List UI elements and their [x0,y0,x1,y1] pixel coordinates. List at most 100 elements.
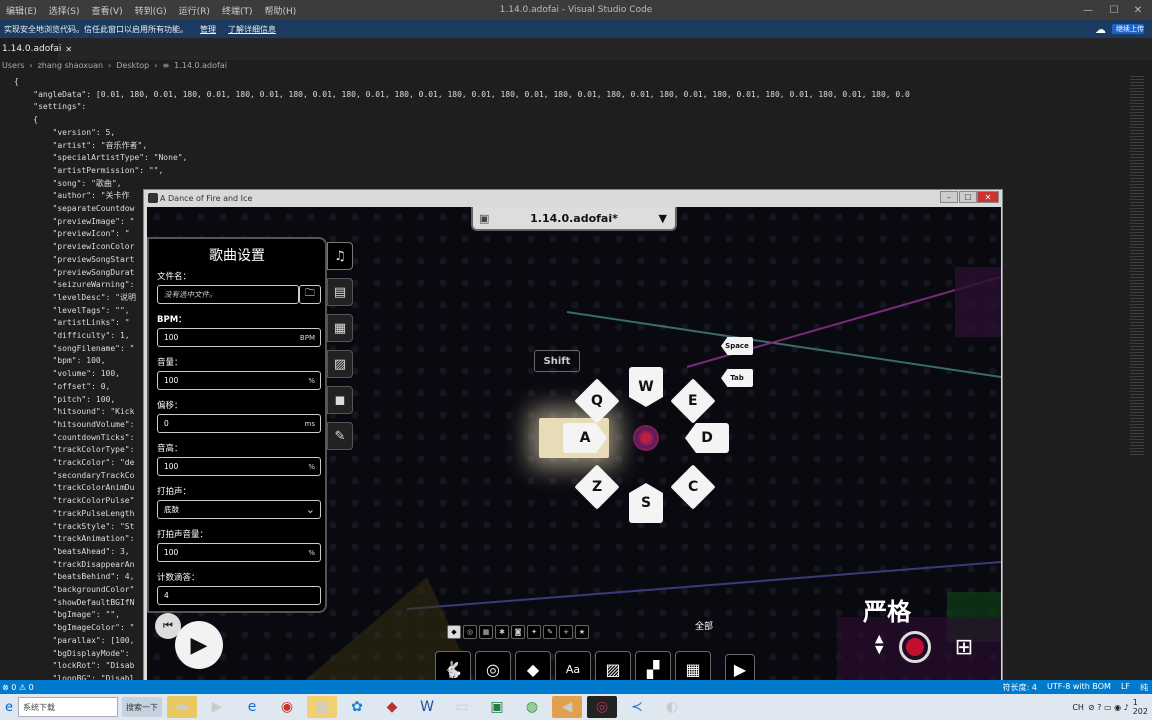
status-bar: ⊗ 0 ⚠ 0 符长度: 4 UTF-8 with BOM LF 纯 [0,680,1152,694]
unit-label: % [308,376,315,385]
game-maximize-button[interactable]: ☐ [959,191,977,203]
breadcrumb-item[interactable]: 1.14.0.adofai [174,61,227,75]
status-encoding[interactable]: UTF-8 with BOM [1047,682,1111,693]
code-line: "lockRot": "Disab [14,661,135,671]
restricted-mode-banner: 实现安全地浏览代码。信任此窗口以启用所有功能。 管理 了解详细信息 ☁ 继续上传 [0,20,1152,38]
obs-app-icon[interactable]: ◐ [657,696,687,718]
diamond-icon[interactable]: ◆ [447,625,461,639]
ie-icon[interactable]: e [2,696,16,718]
play-icon[interactable]: ▶ [175,621,223,669]
vscode-app-icon[interactable]: ≺ [622,696,652,718]
banner-learn-more-link[interactable]: 了解详细信息 [216,24,276,35]
close-button[interactable]: ✕ [1126,0,1150,20]
app-icon[interactable]: ▣ [482,696,512,718]
menu-edit[interactable]: 编辑(E) [0,4,43,17]
offset-input[interactable]: 0 ms [157,414,321,433]
word-app-icon[interactable]: W [412,696,442,718]
menu-terminal[interactable]: 终端(T) [216,4,259,17]
save-icon[interactable]: ▣ [479,212,489,225]
document-icon[interactable]: ▤ [327,278,353,306]
status-language[interactable]: 纯 [1140,682,1148,693]
filename-field[interactable]: 没有选中文件。 [157,285,299,304]
arrow-up-down-icon[interactable]: ▲ ▼ [875,633,883,655]
hitsound-select[interactable]: 底鼓 ⌄ [157,500,321,519]
media-app-icon[interactable]: ▶ [202,696,232,718]
app-icon[interactable]: ✿ [342,696,372,718]
field-label: 文件名： [157,272,192,282]
code-line: "angleData": [0.01, 180, 0.01, 180, 0.01… [14,89,910,99]
menu-help[interactable]: 帮助(H) [258,4,302,17]
game-minimize-button[interactable]: – [940,191,958,203]
edge-app-icon[interactable]: e [237,696,267,718]
adofai-app-icon[interactable]: ◎ [587,696,617,718]
menu-goto[interactable]: 转到(G) [129,4,173,17]
chrome-app-icon[interactable]: ◉ [272,696,302,718]
code-line: "difficulty": 1, [14,331,130,340]
game-close-button[interactable]: ✕ [977,191,999,203]
hitsound-volume-input[interactable]: 100% [157,543,321,562]
bpm-input[interactable]: 100 BPM [157,328,321,347]
file-dropdown[interactable]: ▣ 1.14.0.adofai* ▼ [471,207,677,231]
game-stage[interactable]: ▣ 1.14.0.adofai* ▼ 歌曲设置 文件名： 没有选中文件。 🗀 B… [147,207,1001,689]
banner-manage-link[interactable]: 管理 [188,24,216,35]
record-icon[interactable] [899,631,931,663]
tray-icons[interactable]: ⊘ ? ▭ ◉ ♪ [1088,703,1129,712]
music-note-icon[interactable]: ♫ [327,242,353,270]
bolt-icon[interactable]: ✦ [527,625,541,639]
upload-button[interactable]: 继续上传 [1112,24,1144,34]
plus-icon[interactable]: + [559,625,573,639]
status-eol[interactable]: LF [1121,682,1130,693]
basket-icon[interactable]: ⊞ [947,631,981,663]
folder-app-icon[interactable]: ▬ [167,696,197,718]
search-button[interactable]: 搜索一下 [122,697,162,717]
breadcrumb-item[interactable]: Desktop [116,61,149,75]
camera-tab-icon[interactable]: ◙ [511,625,525,639]
ime-indicator[interactable]: CH [1072,703,1084,712]
star-icon[interactable]: ★ [575,625,589,639]
minimize-button[interactable]: — [1076,0,1100,20]
folder-icon[interactable]: 🗀 [299,285,321,304]
field-label: 偏移： [157,401,183,411]
code-line: "trackColorPulse" [14,496,135,506]
countdown-ticks-input[interactable]: 4 [157,586,321,605]
tab-adofai-file[interactable]: 1.14.0.adofai ✕ [0,38,72,60]
problems-count[interactable]: ⊗ 0 ⚠ 0 [0,683,34,692]
all-label[interactable]: 全部 [695,619,713,632]
wrench-icon[interactable]: ✎ [327,422,353,450]
minimap[interactable] [1130,76,1144,456]
menu-selection[interactable]: 选择(S) [43,4,86,17]
code-line: "bgImage": "", [14,610,120,620]
strict-label: 严格 [863,598,911,626]
volume-value: 100 [164,376,179,385]
field-label: 音量： [157,358,183,368]
camera-icon[interactable]: ◼ [327,386,353,414]
speaker-app-icon[interactable]: ◀ [552,696,582,718]
taskbar-search-input[interactable]: 系统下载 [18,697,118,717]
notes-app-icon[interactable]: ▤ [307,696,337,718]
status-indent[interactable]: 符长度: 4 [1003,682,1037,693]
spiral-tab-icon[interactable]: ◎ [463,625,477,639]
breadcrumb-item[interactable]: Users [2,61,24,75]
app-icon[interactable]: ▭ [447,696,477,718]
wechat-app-icon[interactable]: ◍ [517,696,547,718]
chevron-right-icon: › [154,61,158,70]
shift-key: Shift [534,350,580,372]
code-line: "specialArtistType": "None", [14,153,188,163]
wrench-tab-icon[interactable]: ✎ [543,625,557,639]
chevron-down-icon: ⌄ [305,503,315,516]
pitch-input[interactable]: 100% [157,457,321,476]
breadcrumb-item[interactable]: zhang shaoxuan [38,61,103,75]
gear-icon[interactable]: ✱ [495,625,509,639]
clock[interactable]: 1 202 [1133,698,1148,716]
close-icon[interactable]: ✕ [65,45,72,54]
volume-input[interactable]: 100% [157,371,321,390]
menu-run[interactable]: 运行(R) [173,4,216,17]
tiles-tab-icon[interactable]: ▦ [479,625,493,639]
code-line: "backgroundColor" [14,585,135,594]
maximize-button[interactable]: ☐ [1102,0,1126,20]
q-key-label: Q [591,393,603,409]
app-icon[interactable]: ◆ [377,696,407,718]
tiles-icon[interactable]: ▦ [327,314,353,342]
image-icon[interactable]: ▨ [327,350,353,378]
menu-view[interactable]: 查看(V) [85,4,128,17]
